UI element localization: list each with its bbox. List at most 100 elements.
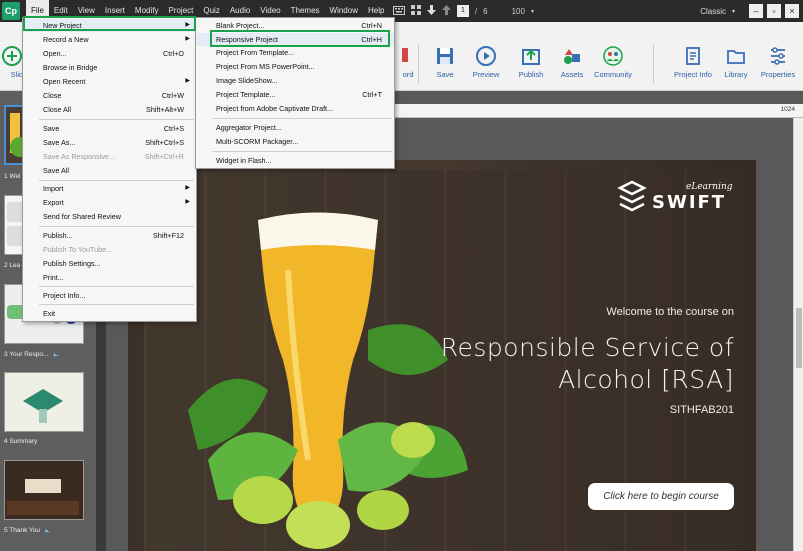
beer-illustration: [188, 212, 468, 549]
assets-icon: [562, 46, 582, 66]
submenu-arrow-icon: ▶: [185, 36, 190, 42]
file-menu-export[interactable]: Export ▶: [23, 196, 196, 209]
preview-button[interactable]: Preview: [464, 46, 508, 79]
assets-label: Assets: [560, 70, 584, 79]
page-separator: /: [474, 6, 478, 16]
library-label: Library: [724, 70, 748, 79]
toolbar-divider: [418, 44, 419, 84]
file-menu-save[interactable]: Save Ctrl+S: [23, 122, 196, 135]
ruler-value: 1024: [780, 106, 795, 113]
course-title-line-2: Alcohol [RSA]: [558, 365, 734, 394]
slide-thumbnail-4[interactable]: [4, 372, 84, 432]
properties-label: Properties: [760, 70, 796, 79]
submenu-arrow-icon: ▶: [185, 185, 190, 191]
new-widget-in-flash[interactable]: Widget in Flash...: [196, 154, 394, 167]
new-aggregator-project[interactable]: Aggregator Project...: [196, 121, 394, 134]
audio-speaker-icon: 🔈: [44, 527, 53, 534]
file-menu-save-all[interactable]: Save All: [23, 164, 196, 177]
keyboard-icon[interactable]: [393, 5, 405, 17]
audio-speaker-icon: 🔈: [52, 351, 61, 358]
file-menu-shared-review[interactable]: Send for Shared Review: [23, 210, 196, 223]
grid-icon[interactable]: [411, 5, 421, 17]
file-menu-browse-bridge[interactable]: Browse in Bridge: [23, 61, 196, 74]
file-menu-open[interactable]: Open... Ctrl+O: [23, 47, 196, 60]
publish-button[interactable]: Publish: [509, 46, 553, 79]
properties-icon: [768, 46, 788, 66]
brand-small-text: eLearning: [686, 182, 733, 192]
library-button[interactable]: Library: [714, 46, 758, 79]
save-button[interactable]: Save: [423, 46, 467, 79]
menu-separator: [212, 118, 392, 119]
slide-canvas[interactable]: SWIFT eLearning Welcome to the course on…: [128, 160, 756, 551]
menu-separator: [212, 151, 392, 152]
toolbar-divider: [653, 44, 654, 84]
course-code: SITHFAB201: [669, 404, 734, 416]
new-project-highlight: [23, 16, 196, 31]
library-folder-icon: [726, 46, 746, 66]
slide-caption-4: 4 Summary: [4, 438, 38, 445]
zoom-dropdown-icon[interactable]: ▾: [531, 8, 534, 15]
save-icon: [435, 46, 455, 66]
file-menu-publish-youtube: Publish To YouTube...: [43, 245, 113, 254]
page-total: 6: [483, 6, 488, 16]
publish-label: Publish: [518, 70, 544, 79]
course-title-line-1: Responsible Service of: [440, 333, 734, 362]
file-menu-save-as[interactable]: Save As... Shift+Ctrl+S: [23, 136, 196, 149]
arrow-down-icon[interactable]: [427, 5, 436, 17]
menu-separator: [39, 304, 194, 305]
window-controls: Classic ▾ – ▫ ×: [700, 0, 803, 22]
file-menu-exit[interactable]: Exit: [23, 307, 196, 320]
menu-separator: [39, 286, 194, 287]
swift-elearning-logo: SWIFT eLearning: [616, 178, 736, 214]
new-project-from-draft[interactable]: Project from Adobe Captivate Draft...: [196, 102, 394, 115]
course-title: Responsible Service of Alcohol [RSA]: [441, 332, 734, 396]
slide-thumbnail-5[interactable]: [4, 460, 84, 520]
project-info-icon: [683, 46, 703, 66]
file-menu-record-new[interactable]: Record a New ▶: [23, 33, 196, 46]
welcome-text: Welcome to the course on: [606, 306, 734, 318]
save-label: Save: [436, 70, 454, 79]
zoom-level[interactable]: 100: [512, 7, 525, 16]
close-icon[interactable]: ×: [785, 4, 799, 18]
begin-course-button[interactable]: Click here to begin course: [588, 483, 734, 510]
project-info-button[interactable]: Project Info: [671, 46, 715, 79]
submenu-arrow-icon: ▶: [185, 199, 190, 205]
menu-separator: [39, 119, 194, 120]
assets-button[interactable]: Assets: [550, 46, 594, 79]
file-menu-import[interactable]: Import ▶: [23, 182, 196, 195]
file-menu-close[interactable]: Close Ctrl+W: [23, 89, 196, 102]
minimize-icon[interactable]: –: [749, 4, 763, 18]
file-menu-publish-settings[interactable]: Publish Settings...: [23, 257, 196, 270]
project-info-label: Project Info: [674, 70, 712, 79]
file-menu-close-all[interactable]: Close All Shift+Alt+W: [23, 103, 196, 116]
arrow-up-icon[interactable]: [442, 5, 451, 17]
responsive-project-highlight: [210, 30, 390, 47]
maximize-icon[interactable]: ▫: [767, 4, 781, 18]
workspace-dropdown-icon[interactable]: ▾: [732, 8, 735, 15]
workspace-switcher[interactable]: Classic: [700, 7, 726, 16]
new-project-template[interactable]: Project Template... Ctrl+T: [196, 88, 394, 101]
scrollbar-thumb[interactable]: [796, 308, 802, 368]
file-menu-save-as-responsive: Save As Responsive... Shift+Ctrl+R: [43, 152, 184, 161]
slide-caption-5: 5 Thank You 🔈: [4, 526, 53, 535]
preview-play-icon: [476, 46, 496, 66]
publish-icon: [521, 46, 541, 66]
new-multi-scorm-packager[interactable]: Multi-SCORM Packager...: [196, 135, 394, 148]
file-menu-open-recent[interactable]: Open Recent ▶: [23, 75, 196, 88]
new-image-slideshow[interactable]: Image SlideShow...: [196, 74, 394, 87]
file-menu-project-info[interactable]: Project Info...: [23, 289, 196, 302]
brand-large-text: SWIFT: [652, 192, 726, 213]
stage-vertical-scrollbar[interactable]: [793, 118, 803, 551]
new-project-from-template[interactable]: Project From Template...: [196, 46, 394, 59]
menu-separator: [39, 180, 194, 181]
properties-button[interactable]: Properties: [756, 46, 800, 79]
slide-caption-2: 2 Lea: [4, 262, 21, 269]
preview-label: Preview: [472, 70, 500, 79]
menu-separator: [39, 226, 194, 227]
new-project-from-powerpoint[interactable]: Project From MS PowerPoint...: [196, 60, 394, 73]
community-button[interactable]: Community: [591, 46, 635, 79]
file-menu-publish[interactable]: Publish... Shift+F12: [23, 229, 196, 242]
file-menu-print[interactable]: Print...: [23, 271, 196, 284]
page-current-input[interactable]: 1: [457, 5, 469, 17]
submenu-arrow-icon: ▶: [185, 78, 190, 84]
